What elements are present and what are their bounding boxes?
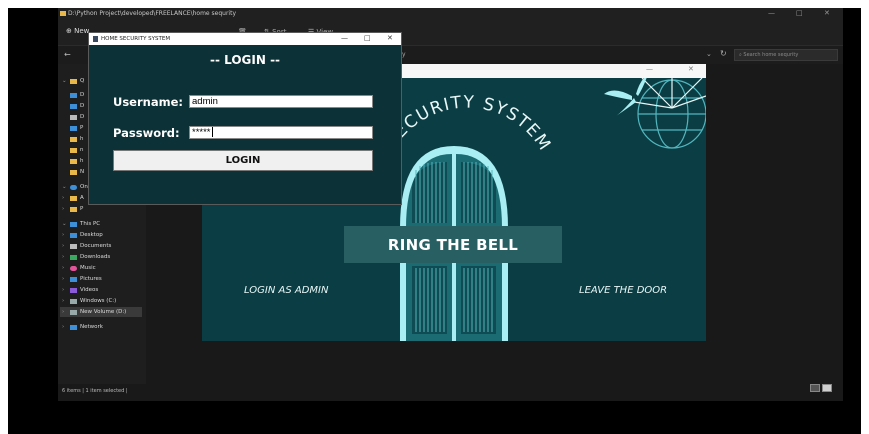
folder-icon [70, 158, 77, 164]
sidebar-item-onedrive-a[interactable]: › A [62, 193, 84, 203]
sidebar-item-this-pc[interactable]: ⌄ This PC [62, 219, 100, 229]
minimize-icon[interactable]: — [341, 34, 348, 42]
username-input[interactable]: admin [189, 95, 373, 108]
sidebar-item-pinned-3[interactable]: D [62, 112, 84, 122]
details-view-icon[interactable] [810, 384, 820, 392]
ring-the-bell-button[interactable]: RING THE BELL [344, 226, 562, 263]
sidebar-item-downloads[interactable]: › Downloads [62, 252, 110, 262]
close-icon[interactable]: ✕ [824, 9, 830, 17]
username-label: Username: [113, 95, 183, 109]
text-caret [211, 127, 213, 138]
login-as-admin-link[interactable]: LOGIN AS ADMIN [244, 285, 328, 296]
maximize-icon[interactable]: □ [364, 34, 371, 42]
explorer-path-title: D:\Python Project\developed\FREELANCE\ho… [68, 10, 236, 17]
search-input[interactable]: ⌕ Search home sequrity [734, 49, 838, 61]
maximize-icon[interactable]: □ [796, 9, 803, 17]
feather-icon [93, 36, 98, 42]
login-heading: -- LOGIN -- [209, 53, 281, 67]
music-icon [70, 265, 77, 271]
sidebar-item-music[interactable]: › Music [62, 263, 96, 273]
folder-icon [70, 92, 77, 98]
sidebar-item-windows-c[interactable]: › Windows (C:) [62, 296, 116, 306]
back-arrow-icon[interactable]: ← [64, 50, 71, 59]
login-window: HOME SECURITY SYSTEM — □ ✕ -- LOGIN -- U… [88, 32, 402, 205]
refresh-icon[interactable]: ↻ [720, 49, 727, 58]
document-icon [70, 114, 77, 120]
chevron-down-icon[interactable]: ⌄ [706, 50, 712, 58]
folder-icon [70, 206, 77, 212]
plant-leaves-icon [604, 78, 647, 116]
sidebar-item-new-volume[interactable]: › New Volume (D:) [60, 307, 142, 317]
username-value: admin [192, 96, 218, 107]
login-button[interactable]: LOGIN [113, 150, 373, 171]
arc-title: SECURITY SYSTEM [382, 93, 555, 156]
password-input[interactable]: ***** [189, 126, 373, 139]
network-icon [70, 324, 77, 330]
sidebar-item-quick-access[interactable]: ⌄ Q [62, 76, 84, 86]
address-bar[interactable]: y [398, 49, 718, 61]
folder-icon [70, 136, 77, 142]
sidebar-item-pinned-2[interactable]: D [62, 101, 84, 111]
leave-the-door-link[interactable]: LEAVE THE DOOR [579, 285, 667, 296]
star-icon [70, 78, 77, 84]
picture-icon [70, 125, 77, 131]
cloud-icon [70, 184, 77, 190]
video-icon [70, 287, 77, 293]
desktop-icon [70, 232, 77, 238]
folder-icon [70, 169, 77, 175]
sidebar-item-desktop[interactable]: › Desktop [62, 230, 103, 240]
sidebar-item-pinned-5[interactable]: h [62, 134, 84, 144]
sidebar-item-pinned-6[interactable]: n [62, 145, 84, 155]
sidebar-item-pinned-8[interactable]: N [62, 167, 84, 177]
minimize-icon[interactable]: — [768, 9, 775, 17]
sidebar-item-pinned-1[interactable]: D [62, 90, 84, 100]
picture-icon [70, 276, 77, 282]
password-label: Password: [113, 126, 180, 140]
login-window-title: HOME SECURITY SYSTEM [101, 36, 171, 42]
download-icon [70, 254, 77, 260]
new-button[interactable]: ⊕ New [66, 27, 89, 35]
sidebar-item-onedrive-p[interactable]: › P [62, 204, 83, 214]
close-icon[interactable]: ✕ [387, 34, 393, 42]
folder-icon [70, 147, 77, 153]
download-icon [70, 103, 77, 109]
status-bar: 6 items | 1 item selected | [62, 388, 128, 394]
minimize-icon[interactable]: — [646, 65, 653, 73]
drive-icon [70, 298, 77, 304]
sidebar-item-pinned-4[interactable]: P [62, 123, 83, 133]
login-window-titlebar: HOME SECURITY SYSTEM — □ ✕ [89, 33, 401, 45]
sidebar-item-network[interactable]: › Network [62, 322, 103, 332]
close-icon[interactable]: ✕ [688, 65, 694, 73]
folder-icon [60, 11, 66, 16]
document-icon [70, 243, 77, 249]
sidebar-item-pictures[interactable]: › Pictures [62, 274, 102, 284]
explorer-titlebar: D:\Python Project\developed\FREELANCE\ho… [58, 8, 843, 20]
view-toggle [810, 384, 832, 392]
folder-icon [70, 195, 77, 201]
sidebar-item-documents[interactable]: › Documents [62, 241, 111, 251]
password-value: ***** [192, 127, 211, 138]
sidebar-item-onedrive[interactable]: ⌄ On [62, 182, 88, 192]
screen: D:\Python Project\developed\FREELANCE\ho… [8, 8, 861, 434]
tiles-view-icon[interactable] [822, 384, 832, 392]
sidebar-item-videos[interactable]: › Videos [62, 285, 98, 295]
computer-icon [70, 221, 77, 227]
drive-icon [70, 309, 77, 315]
sidebar-item-pinned-7[interactable]: h [62, 156, 84, 166]
